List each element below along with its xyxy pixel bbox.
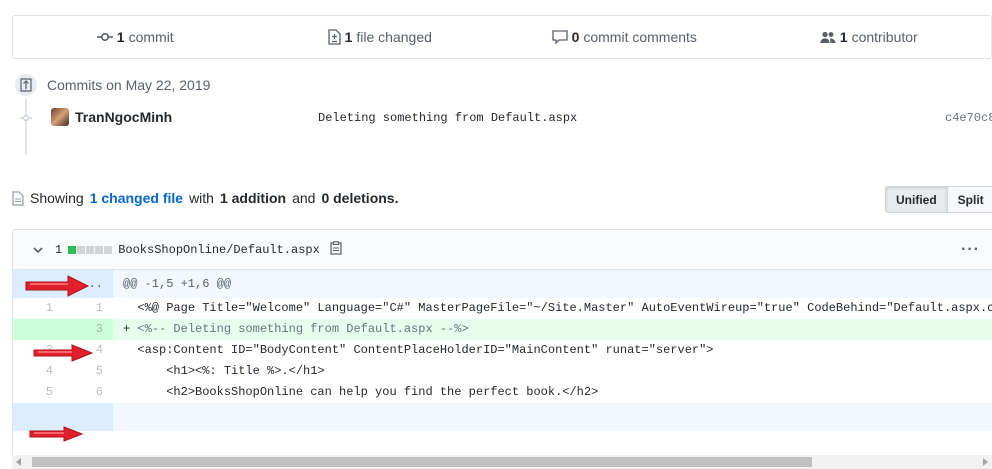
scroll-right-icon[interactable] <box>983 458 988 466</box>
comments-summary[interactable]: 0 commit comments <box>502 16 747 58</box>
contributors-summary[interactable]: 1 contributor <box>747 16 992 58</box>
annotation-arrow-icon <box>33 344 94 362</box>
diff-line: 3 4 <asp:Content ID="BodyContent" Conten… <box>13 340 992 361</box>
commit-author[interactable]: TranNgocMinh <box>75 109 172 125</box>
code-text: <h2>BooksShopOnline can help you find th… <box>137 385 599 399</box>
file-header: 1 BooksShopOnline/Default.aspx ··· <box>13 230 992 270</box>
diff-view-toggle: Unified Split <box>885 186 992 213</box>
code-text: <asp:Content ID="BodyContent" ContentPla… <box>137 343 714 357</box>
toc-deletions: 0 deletions. <box>321 190 399 206</box>
clipboard-icon[interactable] <box>330 241 342 258</box>
old-line-number[interactable]: 5 <box>13 382 63 403</box>
diff-line-addition: 3 + <%-- Deleting something from Default… <box>13 319 992 340</box>
chevron-down-icon[interactable] <box>33 243 47 257</box>
toc-and: and <box>292 190 316 206</box>
scroll-left-icon[interactable] <box>16 458 21 466</box>
new-line-number[interactable]: 6 <box>63 382 113 403</box>
contributors-count: 1 <box>839 29 848 45</box>
toc-additions: 1 addition <box>219 190 287 206</box>
commit-sha[interactable]: c4e70c8 <box>945 111 992 125</box>
diff-toc: Showing 1 changed file with 1 addition a… <box>12 190 398 206</box>
diffstat-neutral-block <box>95 245 104 254</box>
file-diff-icon <box>327 29 341 45</box>
diffstat-neutral-block <box>77 245 86 254</box>
diffstat-bar <box>68 245 113 254</box>
changed-files-link[interactable]: 1 changed file <box>90 190 183 206</box>
code-line: + <%-- Deleting something from Default.a… <box>123 322 469 336</box>
diffstat-count: 1 <box>55 242 63 257</box>
code-line: <asp:Content ID="BodyContent" ContentPla… <box>113 340 992 361</box>
code-line: <h2>BooksShopOnline can help you find th… <box>113 382 992 403</box>
diff-line: 1 1 <%@ Page Title="Welcome" Language="C… <box>13 298 992 319</box>
hunk-header: @@ -1,5 +1,6 @@ <box>123 277 232 291</box>
code-line: <h1><%: Title %>.</h1> <box>113 361 992 382</box>
file-path[interactable]: BooksShopOnline/Default.aspx <box>118 243 320 257</box>
hunk-footer-row <box>13 403 992 431</box>
file-diff: 1 BooksShopOnline/Default.aspx ··· ... @… <box>12 229 992 469</box>
commits-date-heading: Commits on May 22, 2019 <box>47 77 211 93</box>
commit-message[interactable]: Deleting something from Default.aspx <box>318 111 577 125</box>
avatar[interactable] <box>51 108 69 126</box>
diffstat-added-block <box>68 245 77 254</box>
git-commit-icon <box>13 72 39 98</box>
comment-icon <box>551 30 568 44</box>
timeline-line <box>25 95 27 155</box>
hunk-header-row: ... @@ -1,5 +1,6 @@ <box>13 270 992 298</box>
files-label: file changed <box>356 29 432 45</box>
files-count: 1 <box>344 29 353 45</box>
commit-icon <box>96 32 113 42</box>
people-icon <box>820 31 836 43</box>
comments-label: commit comments <box>583 29 697 45</box>
repo-summary-bar: 1 commit 1 file changed 0 commit comment… <box>12 15 992 59</box>
code-line: <%@ Page Title="Welcome" Language="C#" M… <box>113 298 992 319</box>
comments-count: 0 <box>571 29 580 45</box>
diffstat-neutral-block <box>104 245 113 254</box>
contributors-label: contributor <box>851 29 918 45</box>
code-text: <%@ Page Title="Welcome" Language="C#" M… <box>137 301 992 315</box>
split-button[interactable]: Split <box>947 186 992 213</box>
new-line-number[interactable]: 1 <box>63 298 113 319</box>
horizontal-scrollbar[interactable] <box>12 455 992 469</box>
kebab-icon[interactable]: ··· <box>961 241 980 259</box>
old-line-number[interactable] <box>13 319 63 340</box>
toc-with: with <box>189 190 214 206</box>
hunk-footer-space <box>113 403 992 431</box>
commits-label: commit <box>128 29 174 45</box>
scroll-thumb[interactable] <box>32 457 812 467</box>
new-line-number[interactable]: 3 <box>63 319 113 340</box>
unified-button[interactable]: Unified <box>885 186 948 213</box>
new-line-number[interactable]: 5 <box>63 361 113 382</box>
file-icon <box>12 190 24 206</box>
annotation-arrow-icon <box>25 275 90 297</box>
old-line-number[interactable]: 1 <box>13 298 63 319</box>
commit-node-icon <box>20 114 32 122</box>
commits-count: 1 <box>116 29 125 45</box>
diff-line: 5 6 <h2>BooksShopOnline can help you fin… <box>13 382 992 403</box>
diffstat-neutral-block <box>86 245 95 254</box>
files-changed-summary[interactable]: 1 file changed <box>258 16 503 58</box>
commits-summary[interactable]: 1 commit <box>13 16 258 58</box>
old-line-number[interactable]: 4 <box>13 361 63 382</box>
toc-showing: Showing <box>30 190 84 206</box>
annotation-arrow-icon <box>29 426 84 442</box>
diff-line: 4 5 <h1><%: Title %>.</h1> <box>13 361 992 382</box>
code-text: <h1><%: Title %>.</h1> <box>137 364 325 378</box>
code-text: <%-- Deleting something from Default.asp… <box>137 322 469 336</box>
